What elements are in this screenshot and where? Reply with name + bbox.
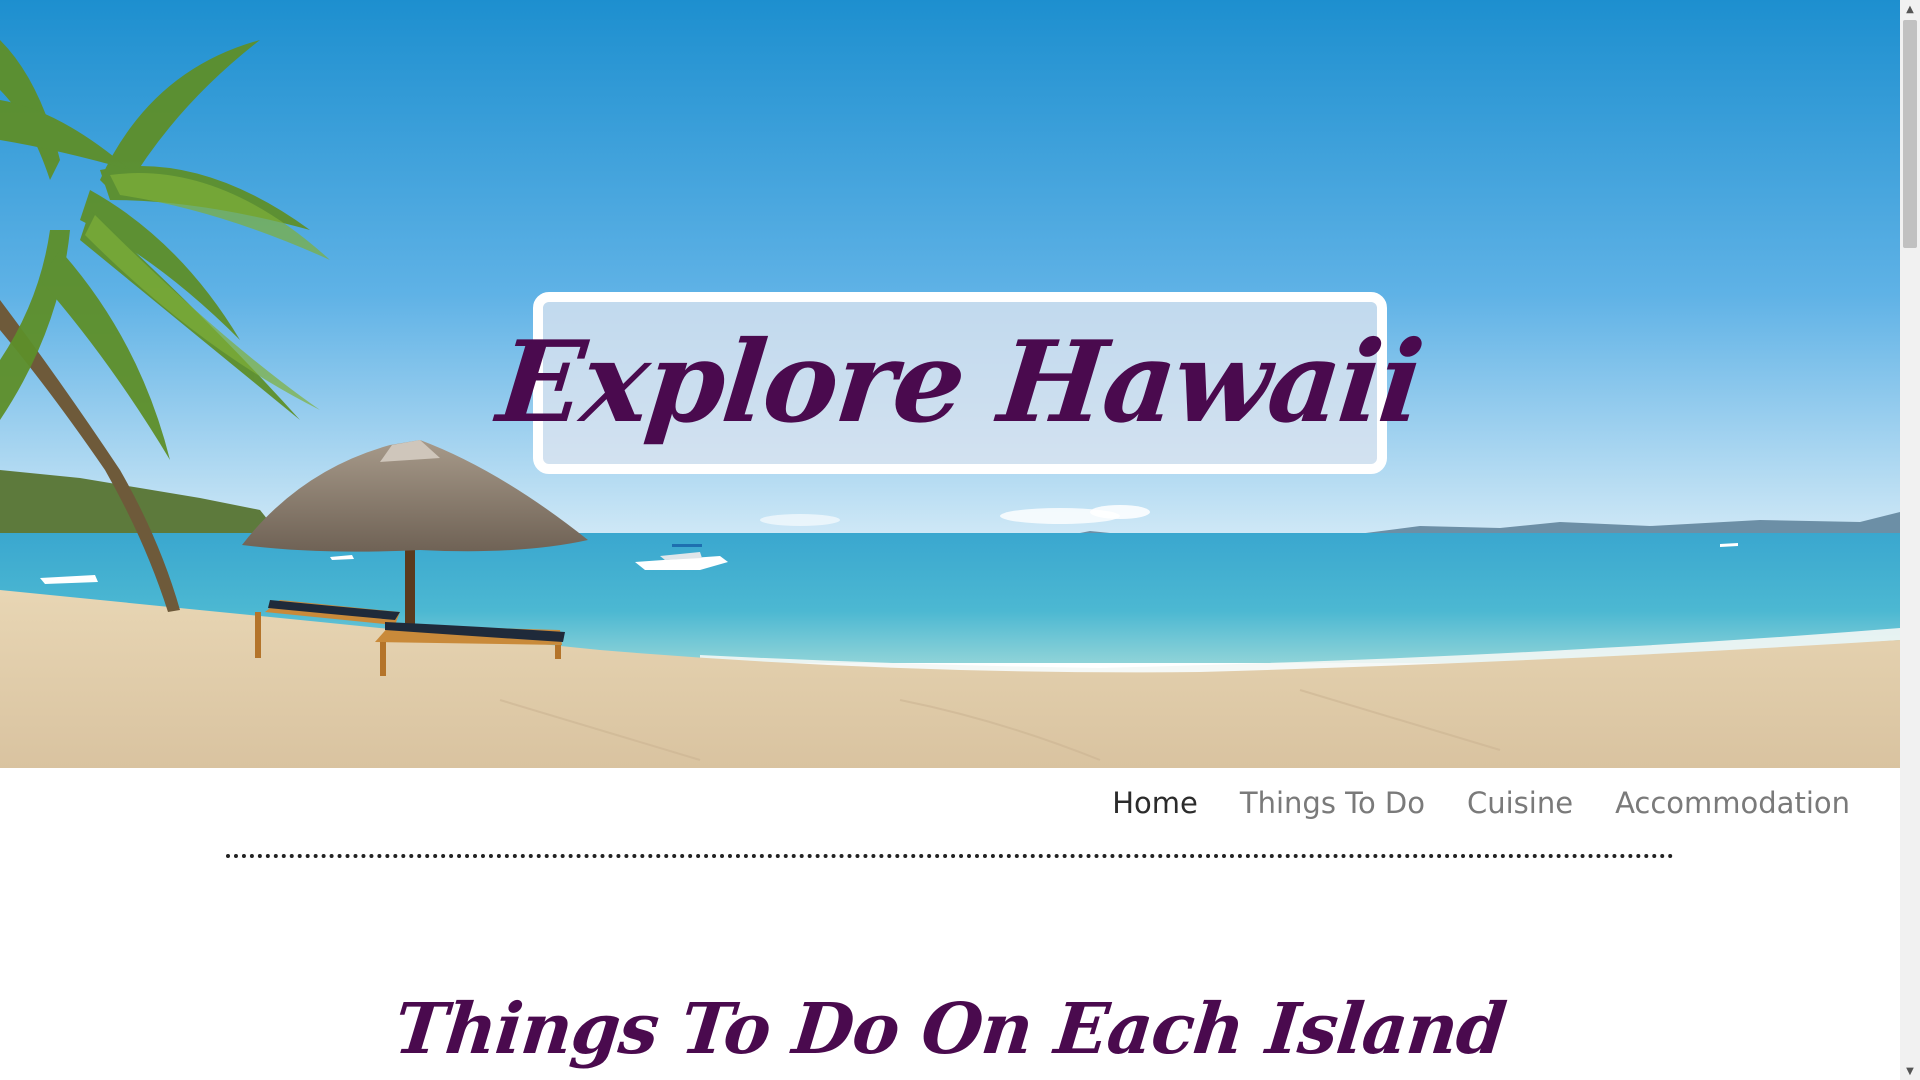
arrow-up-icon[interactable]: ▲ bbox=[1900, 0, 1920, 18]
hero-banner: Explore Hawaii bbox=[0, 0, 1900, 768]
section-title: Things To Do On Each Island bbox=[390, 987, 1510, 1070]
arrow-down-icon[interactable]: ▼ bbox=[1900, 1062, 1920, 1080]
page: Explore Hawaii Home Things To Do Cuisine… bbox=[0, 0, 1920, 1080]
hero-title: Explore Hawaii bbox=[492, 317, 1428, 448]
nav-cuisine[interactable]: Cuisine bbox=[1467, 786, 1573, 820]
scrollbar[interactable]: ▲ ▼ bbox=[1900, 0, 1920, 1080]
hero-title-box: Explore Hawaii bbox=[492, 292, 1428, 474]
nav-divider bbox=[226, 854, 1674, 858]
nav-home[interactable]: Home bbox=[1112, 786, 1198, 820]
scrollbar-thumb[interactable] bbox=[1903, 20, 1917, 248]
main-nav: Home Things To Do Cuisine Accommodation bbox=[1112, 786, 1850, 820]
nav-things-to-do[interactable]: Things To Do bbox=[1240, 786, 1425, 820]
nav-accommodation[interactable]: Accommodation bbox=[1615, 786, 1850, 820]
